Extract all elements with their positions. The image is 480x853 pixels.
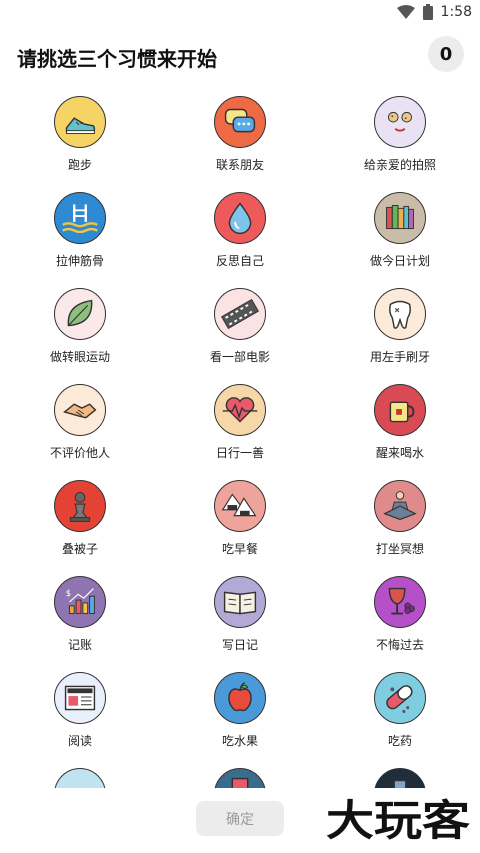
habit-label: 跑步 [67, 158, 92, 172]
habit-label: 记账 [67, 638, 92, 652]
habit-label: 不悔过去 [375, 638, 424, 652]
partial-icon-c [374, 768, 426, 788]
habit-item[interactable]: 做转眼运动 [0, 288, 160, 384]
water-drop-icon [214, 192, 266, 244]
habit-item[interactable]: 给亲爱的拍照 [320, 96, 480, 192]
pill-icon [374, 672, 426, 724]
sneaker-icon [54, 96, 106, 148]
page-title: 请挑选三个习惯来开始 [17, 47, 217, 71]
partial-icon-b [214, 768, 266, 788]
habit-item[interactable] [0, 768, 160, 788]
habit-item[interactable]: 拉伸筋骨 [0, 192, 160, 288]
watermark-logo: 大玩客 [326, 796, 470, 845]
habit-item[interactable]: 日行一善 [160, 384, 320, 480]
habit-item[interactable]: 看一部电影 [160, 288, 320, 384]
habit-item[interactable]: 阅读 [0, 672, 160, 768]
habit-item[interactable]: 吃水果 [160, 672, 320, 768]
habit-item[interactable]: 吃早餐 [160, 480, 320, 576]
status-indicators: 1:58 [396, 4, 472, 20]
habit-item[interactable]: 反思自己 [160, 192, 320, 288]
habit-label: 日行一善 [215, 446, 264, 460]
apple-icon [214, 672, 266, 724]
habit-item[interactable] [320, 768, 480, 788]
mug-icon [374, 384, 426, 436]
status-bar: 1:58 [0, 0, 480, 26]
habit-label: 不评价他人 [49, 446, 110, 460]
books-icon [374, 192, 426, 244]
habit-item[interactable]: 醒来喝水 [320, 384, 480, 480]
rice-ball-icon [214, 480, 266, 532]
habit-label: 看一部电影 [209, 350, 270, 364]
svg-text:$: $ [66, 589, 72, 599]
heartbeat-icon [214, 384, 266, 436]
habit-label: 醒来喝水 [375, 446, 424, 460]
leaf-icon [54, 288, 106, 340]
habit-item[interactable]: 联系朋友 [160, 96, 320, 192]
wifi-icon [396, 5, 415, 19]
habit-item[interactable]: 用左手刷牙 [320, 288, 480, 384]
habit-label: 阅读 [67, 734, 92, 748]
confirm-button[interactable]: 确定 [196, 801, 284, 836]
habit-label: 用左手刷牙 [369, 350, 430, 364]
svg-text:大玩客: 大玩客 [326, 796, 470, 845]
open-book-icon [214, 576, 266, 628]
habit-item[interactable]: 不评价他人 [0, 384, 160, 480]
habit-label: 联系朋友 [215, 158, 264, 172]
habit-label: 拉伸筋骨 [55, 254, 104, 268]
habit-item[interactable] [160, 768, 320, 788]
header: 请挑选三个习惯来开始 0 [0, 30, 480, 80]
habit-label: 叠被子 [61, 542, 98, 556]
habit-label: 吃水果 [221, 734, 258, 748]
habit-label: 吃早餐 [221, 542, 258, 556]
habit-grid: 跑步 联系朋友 给亲爱的拍照拉伸筋骨 反思自己 做今日计划做转眼运动 看一部电影 用左手刷牙… [0, 90, 480, 788]
habit-label: 给亲爱的拍照 [363, 158, 436, 172]
wine-glass-icon [374, 576, 426, 628]
habit-label: 反思自己 [215, 254, 264, 268]
habit-item[interactable]: 叠被子 [0, 480, 160, 576]
habit-item[interactable]: 跑步 [0, 96, 160, 192]
partial-icon-a [54, 768, 106, 788]
habit-item[interactable]: 打坐冥想 [320, 480, 480, 576]
status-time: 1:58 [440, 4, 472, 20]
habit-item[interactable]: 做今日计划 [320, 192, 480, 288]
habit-label: 写日记 [221, 638, 258, 652]
handshake-icon [54, 384, 106, 436]
chat-bubbles-icon [214, 96, 266, 148]
film-strip-icon [214, 288, 266, 340]
habit-item[interactable]: 吃药 [320, 672, 480, 768]
habit-label: 打坐冥想 [375, 542, 424, 556]
cookie-face-icon [374, 96, 426, 148]
bar-chart-icon: $ [54, 576, 106, 628]
habit-label: 做转眼运动 [49, 350, 110, 364]
newspaper-icon [54, 672, 106, 724]
meditation-icon [374, 480, 426, 532]
battery-icon [422, 4, 433, 20]
selected-count-badge: 0 [428, 36, 464, 72]
habit-label: 做今日计划 [369, 254, 430, 268]
pool-ladder-icon [54, 192, 106, 244]
habit-item[interactable]: 不悔过去 [320, 576, 480, 672]
tooth-icon [374, 288, 426, 340]
habit-label: 吃药 [387, 734, 412, 748]
habit-item[interactable]: 写日记 [160, 576, 320, 672]
chess-pawn-icon [54, 480, 106, 532]
habit-item[interactable]: $ 记账 [0, 576, 160, 672]
habit-grid-scroll[interactable]: 跑步 联系朋友 给亲爱的拍照拉伸筋骨 反思自己 做今日计划做转眼运动 看一部电影 用左手刷牙… [0, 90, 480, 788]
